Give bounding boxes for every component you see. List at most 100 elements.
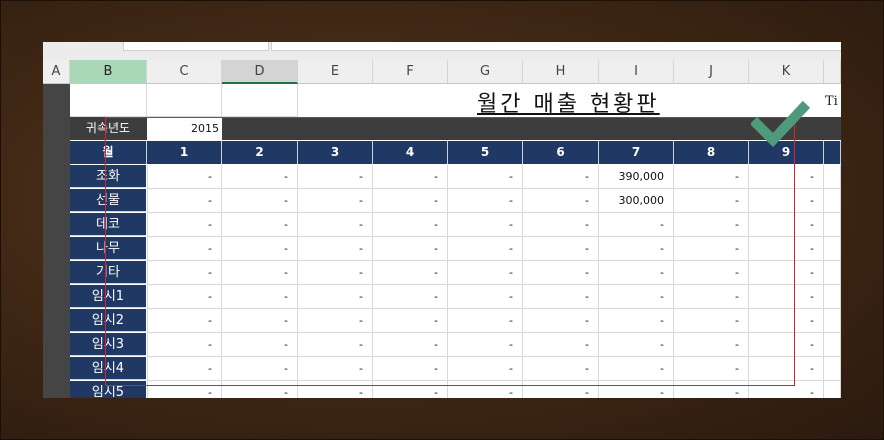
data-cell[interactable]: - bbox=[523, 261, 599, 285]
data-cell[interactable]: - bbox=[523, 309, 599, 333]
data-cell[interactable]: - bbox=[599, 237, 674, 261]
data-cell[interactable]: - bbox=[448, 237, 523, 261]
data-cell[interactable]: - bbox=[599, 285, 674, 309]
data-cell[interactable]: - bbox=[749, 189, 824, 213]
data-cell[interactable]: - bbox=[298, 165, 373, 189]
data-cell[interactable]: - bbox=[599, 261, 674, 285]
data-cell[interactable]: - bbox=[448, 261, 523, 285]
data-cell[interactable]: - bbox=[448, 381, 523, 398]
data-cell[interactable]: - bbox=[147, 309, 222, 333]
data-cell[interactable]: - bbox=[373, 189, 448, 213]
data-cell[interactable]: - bbox=[298, 261, 373, 285]
data-cell[interactable] bbox=[824, 309, 841, 333]
data-cell[interactable]: 300,000 bbox=[599, 189, 674, 213]
data-cell[interactable] bbox=[824, 237, 841, 261]
data-cell[interactable]: - bbox=[674, 285, 749, 309]
data-cell[interactable]: - bbox=[523, 237, 599, 261]
column-header-f[interactable]: F bbox=[373, 60, 448, 84]
data-cell[interactable]: - bbox=[298, 213, 373, 237]
data-cell[interactable]: - bbox=[373, 237, 448, 261]
data-cell[interactable] bbox=[824, 261, 841, 285]
data-cell[interactable]: - bbox=[749, 357, 824, 381]
column-header-b[interactable]: B bbox=[70, 60, 147, 84]
data-cell[interactable]: - bbox=[749, 165, 824, 189]
data-cell[interactable]: - bbox=[222, 261, 298, 285]
data-cell[interactable]: - bbox=[373, 357, 448, 381]
data-cell[interactable]: - bbox=[222, 309, 298, 333]
year-value-cell[interactable]: 2015 bbox=[147, 117, 222, 140]
data-cell[interactable]: - bbox=[749, 261, 824, 285]
data-cell[interactable]: - bbox=[674, 189, 749, 213]
data-cell[interactable]: - bbox=[147, 213, 222, 237]
data-cell[interactable]: - bbox=[373, 213, 448, 237]
data-cell[interactable]: - bbox=[674, 381, 749, 398]
name-box[interactable] bbox=[123, 42, 269, 51]
data-cell[interactable]: - bbox=[599, 333, 674, 357]
data-cell[interactable]: - bbox=[523, 381, 599, 398]
data-cell[interactable]: - bbox=[373, 309, 448, 333]
data-cell[interactable]: - bbox=[298, 189, 373, 213]
data-cell[interactable]: - bbox=[448, 285, 523, 309]
data-cell[interactable]: - bbox=[674, 213, 749, 237]
data-cell[interactable]: - bbox=[373, 285, 448, 309]
data-cell[interactable] bbox=[824, 189, 841, 213]
data-cell[interactable]: - bbox=[674, 261, 749, 285]
data-cell[interactable] bbox=[824, 357, 841, 381]
column-header-j[interactable]: J bbox=[674, 60, 749, 84]
column-header-h[interactable]: H bbox=[523, 60, 599, 84]
data-cell[interactable]: - bbox=[674, 237, 749, 261]
data-cell[interactable]: 390,000 bbox=[599, 165, 674, 189]
data-cell[interactable]: - bbox=[222, 333, 298, 357]
column-header-l[interactable] bbox=[824, 60, 841, 84]
data-cell[interactable]: - bbox=[222, 213, 298, 237]
column-header-d[interactable]: D bbox=[222, 60, 298, 84]
data-cell[interactable]: - bbox=[674, 165, 749, 189]
cell-c2[interactable] bbox=[147, 84, 222, 117]
data-cell[interactable]: - bbox=[147, 189, 222, 213]
data-cell[interactable]: - bbox=[298, 237, 373, 261]
data-cell[interactable]: - bbox=[749, 237, 824, 261]
data-cell[interactable] bbox=[824, 381, 841, 398]
data-cell[interactable]: - bbox=[523, 357, 599, 381]
data-cell[interactable] bbox=[824, 165, 841, 189]
data-cell[interactable]: - bbox=[749, 213, 824, 237]
data-cell[interactable]: - bbox=[298, 357, 373, 381]
data-cell[interactable]: - bbox=[523, 213, 599, 237]
column-header-c[interactable]: C bbox=[147, 60, 222, 84]
data-cell[interactable]: - bbox=[448, 333, 523, 357]
data-cell[interactable]: - bbox=[147, 357, 222, 381]
data-cell[interactable]: - bbox=[373, 333, 448, 357]
column-header-g[interactable]: G bbox=[448, 60, 523, 84]
data-cell[interactable]: - bbox=[147, 165, 222, 189]
data-cell[interactable]: - bbox=[674, 309, 749, 333]
data-cell[interactable]: - bbox=[147, 333, 222, 357]
data-cell[interactable]: - bbox=[448, 357, 523, 381]
data-cell[interactable]: - bbox=[373, 165, 448, 189]
data-cell[interactable] bbox=[824, 213, 841, 237]
cell-b2[interactable] bbox=[70, 84, 147, 117]
data-cell[interactable]: - bbox=[749, 381, 824, 398]
data-cell[interactable]: - bbox=[147, 261, 222, 285]
data-cell[interactable]: - bbox=[222, 357, 298, 381]
data-cell[interactable]: - bbox=[448, 189, 523, 213]
data-cell[interactable] bbox=[824, 285, 841, 309]
data-cell[interactable]: - bbox=[749, 333, 824, 357]
data-cell[interactable]: - bbox=[298, 333, 373, 357]
data-cell[interactable]: - bbox=[749, 309, 824, 333]
data-cell[interactable]: - bbox=[373, 261, 448, 285]
data-cell[interactable]: - bbox=[523, 189, 599, 213]
data-cell[interactable]: - bbox=[222, 165, 298, 189]
data-cell[interactable]: - bbox=[222, 189, 298, 213]
data-cell[interactable]: - bbox=[147, 381, 222, 398]
data-cell[interactable]: - bbox=[523, 285, 599, 309]
data-cell[interactable]: - bbox=[222, 285, 298, 309]
data-cell[interactable]: - bbox=[373, 381, 448, 398]
data-cell[interactable] bbox=[824, 333, 841, 357]
data-cell[interactable]: - bbox=[222, 381, 298, 398]
data-cell[interactable]: - bbox=[147, 285, 222, 309]
column-header-k[interactable]: K bbox=[749, 60, 824, 84]
data-cell[interactable]: - bbox=[448, 165, 523, 189]
data-cell[interactable]: - bbox=[523, 165, 599, 189]
data-cell[interactable]: - bbox=[147, 237, 222, 261]
column-header-a[interactable]: A bbox=[43, 60, 70, 84]
